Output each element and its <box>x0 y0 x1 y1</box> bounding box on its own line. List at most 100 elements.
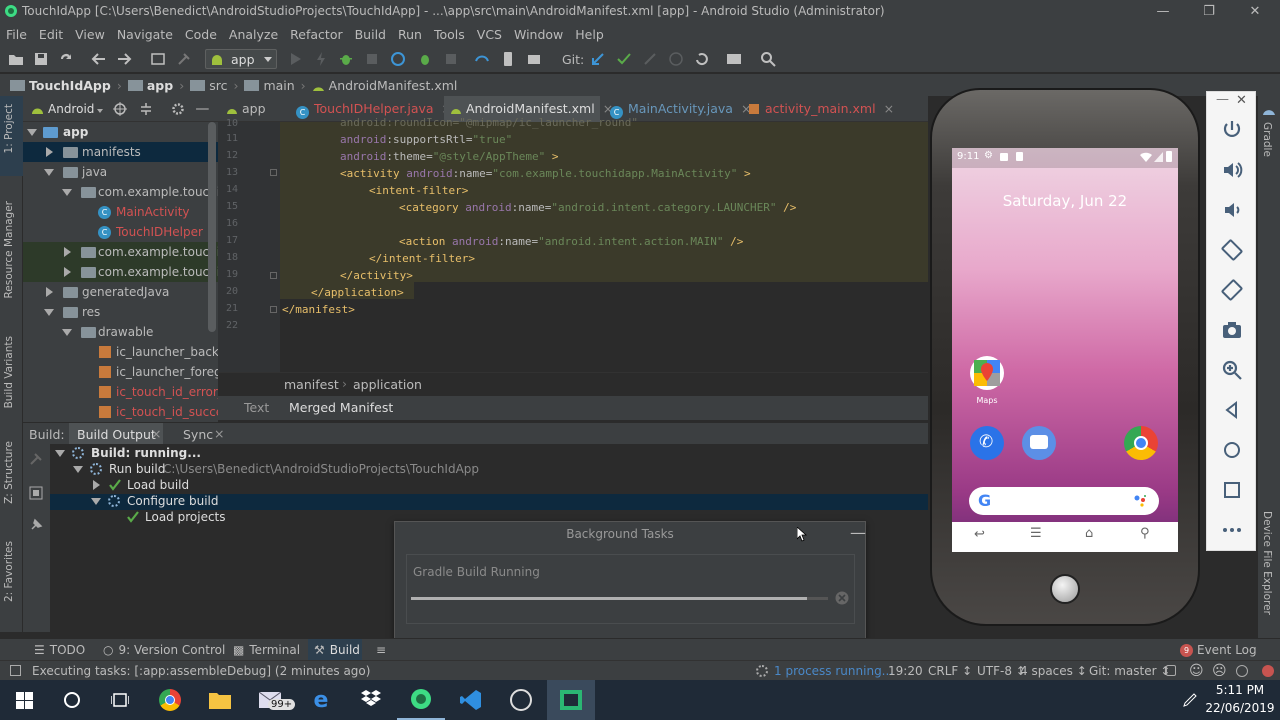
menu-refactor[interactable]: Refactor <box>284 27 348 42</box>
tab-project[interactable]: 1: Project <box>3 104 15 153</box>
crumb-manifest[interactable]: manifest <box>284 377 339 392</box>
rotate-right-icon[interactable] <box>1220 278 1244 302</box>
file-explorer-button[interactable] <box>196 680 244 720</box>
history-icon[interactable] <box>668 51 684 67</box>
fold-marker[interactable] <box>270 169 277 176</box>
tab-favorites[interactable]: 2: Favorites <box>3 541 15 602</box>
tree-item-package[interactable]: com.example.touchida <box>23 182 218 202</box>
nav-back-icon[interactable]: ↩ <box>974 527 985 542</box>
pin-icon[interactable] <box>29 518 43 532</box>
tab-device-file-explorer[interactable]: Device File Explorer <box>1261 511 1273 615</box>
sdk-manager-icon[interactable] <box>526 51 542 67</box>
camera-icon[interactable] <box>1220 318 1244 342</box>
caret-position[interactable]: 19:20 <box>888 661 923 681</box>
hammer-icon[interactable] <box>176 51 192 67</box>
open-folder-icon[interactable] <box>8 51 24 67</box>
project-view-select[interactable]: Android <box>48 102 94 116</box>
lock-icon[interactable] <box>1166 665 1176 676</box>
trackball-button[interactable] <box>1050 574 1080 604</box>
tab-terminal[interactable]: ▩ Terminal <box>233 639 300 661</box>
smiley-icon[interactable]: ☺ <box>1189 661 1204 681</box>
menu-run[interactable]: Run <box>392 27 428 42</box>
close-icon[interactable]: × <box>214 426 224 441</box>
tree-item-touchidhelper[interactable]: C TouchIDHelper <box>23 222 218 242</box>
tab-activity-main[interactable]: activity_main.xml × <box>748 96 894 122</box>
tab-text[interactable]: Text <box>244 400 269 415</box>
tab-gradle[interactable]: Gradle <box>1261 122 1273 157</box>
run-config-select[interactable]: app <box>205 49 277 69</box>
git-update-icon[interactable] <box>590 51 606 67</box>
messages-app-icon[interactable] <box>1022 426 1056 460</box>
tree-item-generatedjava[interactable]: generatedJava <box>23 282 218 302</box>
line-separator[interactable]: CRLF ↕ <box>928 661 972 681</box>
breadcrumb-project[interactable]: TouchIdApp <box>10 78 111 93</box>
file-encoding[interactable]: UTF-8 ↕ <box>977 661 1026 681</box>
chevron-down-icon[interactable] <box>97 102 104 116</box>
menu-analyze[interactable]: Analyze <box>223 27 284 42</box>
status-toggle-icon[interactable] <box>10 665 21 676</box>
task-view-button[interactable] <box>96 680 144 720</box>
hammer-icon[interactable] <box>29 452 43 466</box>
menu-edit[interactable]: Edit <box>33 27 69 42</box>
gradle-sync-icon[interactable] <box>474 51 490 67</box>
crumb-application[interactable]: application <box>353 377 422 392</box>
tab-build[interactable]: ⚒ Build <box>308 639 362 661</box>
save-icon[interactable] <box>33 51 49 67</box>
nav-menu-icon[interactable]: ☰ <box>1030 526 1042 541</box>
menu-window[interactable]: Window <box>508 27 569 42</box>
breadcrumb-main[interactable]: main <box>244 78 295 93</box>
forward-arrow-icon[interactable] <box>116 51 132 67</box>
more-options-icon[interactable] <box>1220 518 1244 542</box>
apply-changes-icon[interactable] <box>313 51 329 67</box>
tree-item-touch-success[interactable]: ic_touch_id_success <box>23 402 218 422</box>
menu-tools[interactable]: Tools <box>428 27 471 42</box>
back-arrow-icon[interactable] <box>91 51 107 67</box>
tree-item-manifests[interactable]: manifests <box>23 142 218 162</box>
menu-build[interactable]: Build <box>349 27 392 42</box>
nav-search-icon[interactable]: ⚲ <box>1140 526 1150 541</box>
breadcrumb-src[interactable]: src <box>190 78 227 93</box>
stop-icon[interactable] <box>443 51 459 67</box>
google-search-bar[interactable]: G <box>969 487 1159 515</box>
close-icon[interactable]: × <box>151 426 161 441</box>
tree-item-drawable[interactable]: drawable <box>23 322 218 342</box>
inspector-icon[interactable] <box>1236 665 1248 677</box>
nav-home-icon[interactable]: ⌂ <box>1085 526 1093 541</box>
tab-resource-manager[interactable]: Resource Manager <box>3 201 15 299</box>
menu-view[interactable]: View <box>69 27 111 42</box>
back-icon[interactable] <box>1220 398 1244 422</box>
git-branch[interactable]: Git: master ↕ <box>1089 661 1170 681</box>
menu-help[interactable]: Help <box>569 27 610 42</box>
power-icon[interactable] <box>1220 118 1244 142</box>
emulator-screen[interactable]: 9:11 ⚙ Saturday, Jun 22 Maps ✆ G ↩ ☰ ⌂ ⚲ <box>952 148 1178 552</box>
profile-icon[interactable] <box>364 51 380 67</box>
overview-icon[interactable] <box>1220 478 1244 502</box>
clock-time[interactable]: 5:11 PM <box>1210 683 1270 697</box>
run-icon[interactable] <box>287 51 303 67</box>
android-studio-button[interactable] <box>397 680 445 720</box>
cancel-icon[interactable] <box>835 591 849 605</box>
edge-button[interactable]: e <box>297 680 345 720</box>
tree-item-java[interactable]: java <box>23 162 218 182</box>
fold-marker[interactable] <box>270 306 277 313</box>
tab-build-variants[interactable]: Build Variants <box>3 336 15 408</box>
attach-debugger-icon[interactable] <box>390 51 406 67</box>
tree-item-launcher-bg[interactable]: ic_launcher_backgro <box>23 342 218 362</box>
sad-icon[interactable]: ☹ <box>1212 661 1227 681</box>
debug-bug-icon[interactable] <box>417 51 433 67</box>
project-structure-icon[interactable] <box>726 51 742 67</box>
chrome-app-icon[interactable] <box>1124 426 1158 460</box>
close-button[interactable]: ✕ <box>1232 0 1278 23</box>
minimize-icon[interactable]: — <box>1216 92 1229 107</box>
indent-setting[interactable]: 4 spaces ↕ <box>1020 661 1087 681</box>
gear-icon[interactable] <box>171 102 185 116</box>
tree-item-app[interactable]: app <box>23 122 218 142</box>
project-scrollbar[interactable] <box>208 122 216 332</box>
fold-marker[interactable] <box>270 272 277 279</box>
tree-item-package-androidtest[interactable]: com.example.touchida <box>23 262 218 282</box>
obs-button[interactable] <box>497 680 545 720</box>
cortana-button[interactable] <box>48 680 96 720</box>
zoom-icon[interactable] <box>1220 358 1244 382</box>
error-icon[interactable] <box>1262 665 1274 677</box>
assistant-icon[interactable] <box>1133 494 1147 508</box>
